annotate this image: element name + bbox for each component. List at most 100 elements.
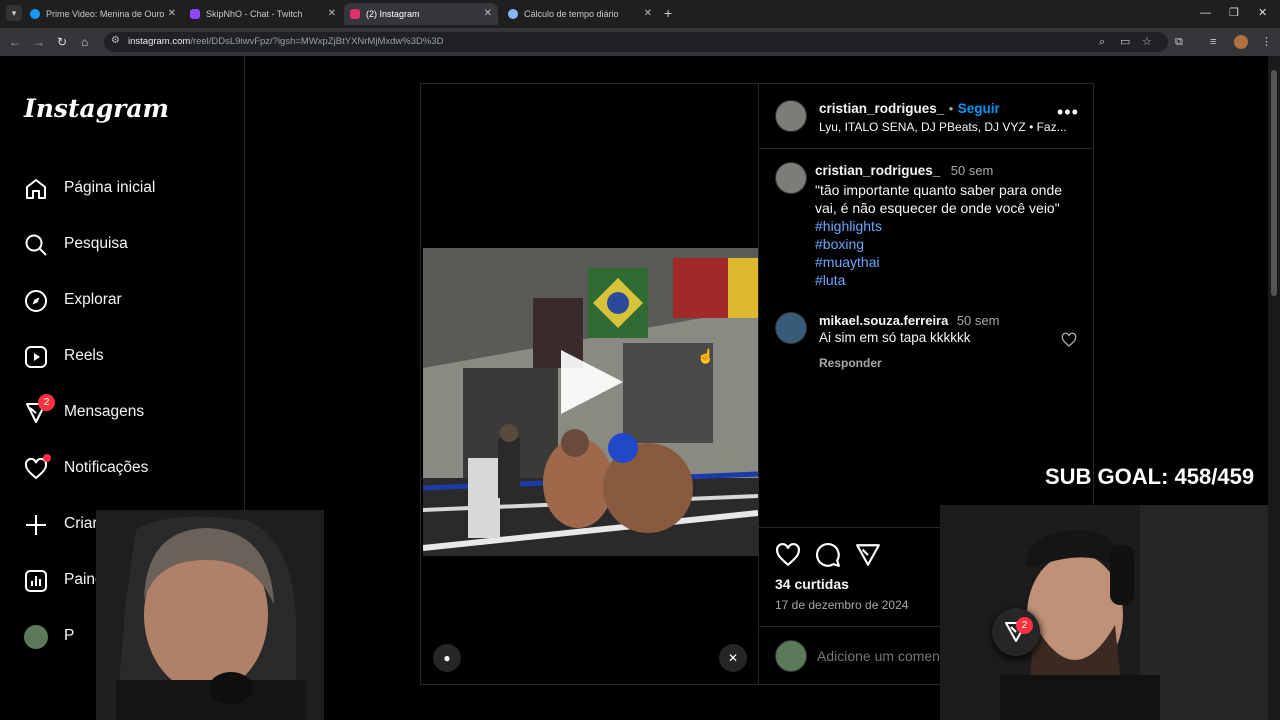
tab-title: (2) Instagram [366,9,420,19]
sidebar-item-label: Reels [64,347,104,364]
hashtag-link[interactable]: #boxing [815,235,1085,253]
reply-button[interactable]: Responder [819,356,882,370]
page-scrollbar[interactable] [1268,56,1280,720]
sidebar-item-label: Notificações [64,459,149,476]
url-text: instagram.com/reel/DDsL9iwvFpz/?igsh=MWx… [128,36,444,47]
browser-toolbar: ← → ↻ ⌂ ⚙ instagram.com/reel/DDsL9iwvFpz… [0,28,1280,56]
video-frame[interactable]: ☝ [423,248,758,556]
tab-close-icon[interactable]: ✕ [484,3,492,25]
comment-body: mikael.souza.ferreira 50 sem [819,312,999,330]
share-send-icon[interactable] [855,542,881,568]
profile-avatar-icon[interactable] [1234,35,1248,49]
sidebar-item-explore[interactable]: Explorar [24,280,224,320]
comment-bubble-icon[interactable] [815,542,841,568]
sidebar-item-label: Criar [64,515,98,532]
browser-tab-instagram[interactable]: (2) Instagram ✕ [344,3,498,25]
browser-tab-bar: ▾ Prime Video: Menina de Ouro ✕ SkipNhO … [0,0,1280,28]
close-window-icon[interactable]: ✕ [1258,4,1267,22]
commenter-username[interactable]: mikael.souza.ferreira [819,313,948,328]
home-button-icon[interactable]: ⌂ [81,34,88,50]
reels-icon [25,346,47,368]
sidebar-item-search[interactable]: Pesquisa [24,224,224,264]
zoom-icon[interactable]: ⌕ [1099,35,1105,49]
reel-video-player[interactable]: ☝ ● ✕ [421,84,758,684]
instagram-favicon-icon [350,9,360,19]
bookmark-star-icon[interactable]: ☆ [1142,35,1152,49]
separator-dot: • [948,101,954,116]
like-heart-icon[interactable] [775,542,801,568]
tab-title: Prime Video: Menina de Ouro [46,9,165,19]
hashtag-link[interactable]: #muaythai [815,253,1085,271]
tab-close-icon[interactable]: ✕ [644,3,652,25]
address-bar[interactable]: ⚙ instagram.com/reel/DDsL9iwvFpz/?igsh=M… [104,32,1168,52]
new-tab-button[interactable]: + [664,5,672,21]
current-user-avatar [775,640,807,672]
instagram-logo[interactable]: Instagram [24,94,169,123]
muted-speaker-icon[interactable]: ✕ [719,644,747,672]
search-icon [25,234,47,256]
caption-time: 50 sem [950,163,994,178]
caption-author-avatar[interactable] [775,162,807,194]
notification-dot [43,454,51,462]
twitch-favicon-icon [190,9,200,19]
play-icon[interactable] [561,350,623,414]
restore-icon[interactable]: ❐ [1229,4,1239,22]
more-options-icon[interactable]: ••• [1057,102,1079,123]
browser-tab-prime-video[interactable]: Prime Video: Menina de Ouro ✕ [24,3,182,25]
notification-badge: 2 [38,394,55,411]
profile-avatar [24,625,48,649]
tab-search-button[interactable]: ▾ [6,5,22,21]
back-icon[interactable]: ← [9,34,21,50]
author-username[interactable]: cristian_rodrigues_ [819,101,944,116]
prime-video-favicon-icon [30,9,40,19]
comment-like-heart-icon[interactable] [1061,332,1077,348]
compass-icon [25,290,47,312]
author-avatar[interactable] [775,100,807,132]
caption-username[interactable]: cristian_rodrigues_ [815,163,940,178]
hashtag-link[interactable]: #highlights [815,217,1085,235]
commenter-avatar[interactable] [775,312,807,344]
cast-icon[interactable]: ▭ [1120,35,1130,49]
messages-floating-button[interactable] [992,608,1040,656]
caption-text: "tão importante quanto saber para onde v… [815,182,1063,216]
fab-notification-badge: 2 [1016,617,1033,634]
sidebar-item-label: Pesquisa [64,235,128,252]
tab-close-icon[interactable]: ✕ [168,3,176,25]
reload-icon[interactable]: ↻ [57,34,67,50]
tab-title: Cálculo de tempo diário [524,9,619,19]
sidebar-item-reels[interactable]: Reels [24,336,224,376]
globe-favicon-icon [508,9,518,19]
site-info-icon[interactable]: ⚙ [111,35,120,46]
follow-button[interactable]: Seguir [958,101,1000,116]
sidebar-item-messages[interactable]: 2 Mensagens [24,392,224,432]
streamer-webcam-left [96,510,324,720]
sidebar-item-home[interactable]: Página inicial [24,168,224,208]
sub-goal-overlay: SUB GOAL: 458/459 [1045,464,1255,489]
sidebar-item-label: Explorar [64,291,122,308]
browser-tab-calculo[interactable]: Cálculo de tempo diário ✕ [502,3,658,25]
tagged-user-icon[interactable]: ● [433,644,461,672]
minimize-icon[interactable]: — [1200,4,1211,22]
scroll-thumb[interactable] [1271,70,1277,296]
sidebar-item-label: Página inicial [64,179,156,196]
streamer-right-image [940,505,1268,720]
caption-body: cristian_rodrigues_ 50 sem "tão importan… [815,162,1085,289]
forward-icon[interactable]: → [33,34,45,50]
sidebar-item-label: P [64,627,75,644]
comment-text: Ai sim em só tapa kkkkkk [819,330,971,345]
comment-item: mikael.souza.ferreira 50 sem Ai sim em s… [759,312,1094,382]
hashtag-link[interactable]: #luta [815,271,1085,289]
menu-kebab-icon[interactable]: ⋮ [1261,35,1272,49]
post-header: cristian_rodrigues_ • Seguir Lyu, ITALO … [759,84,1094,149]
tab-title: SkipNhO - Chat - Twitch [206,9,303,19]
media-control-icon[interactable]: ≡ [1210,35,1216,49]
comment-time: 50 sem [956,313,1000,328]
browser-tab-twitch[interactable]: SkipNhO - Chat - Twitch ✕ [184,3,342,25]
audio-attribution[interactable]: Lyu, ITALO SENA, DJ PBeats, DJ VYZ • Faz… [819,120,1067,134]
extensions-icon[interactable]: ⧉ [1175,35,1183,49]
likes-count[interactable]: 34 curtidas [775,576,849,592]
home-icon [26,179,46,199]
tab-close-icon[interactable]: ✕ [328,3,336,25]
sidebar-item-label: Mensagens [64,403,145,420]
sidebar-item-notifications[interactable]: Notificações [24,448,224,488]
